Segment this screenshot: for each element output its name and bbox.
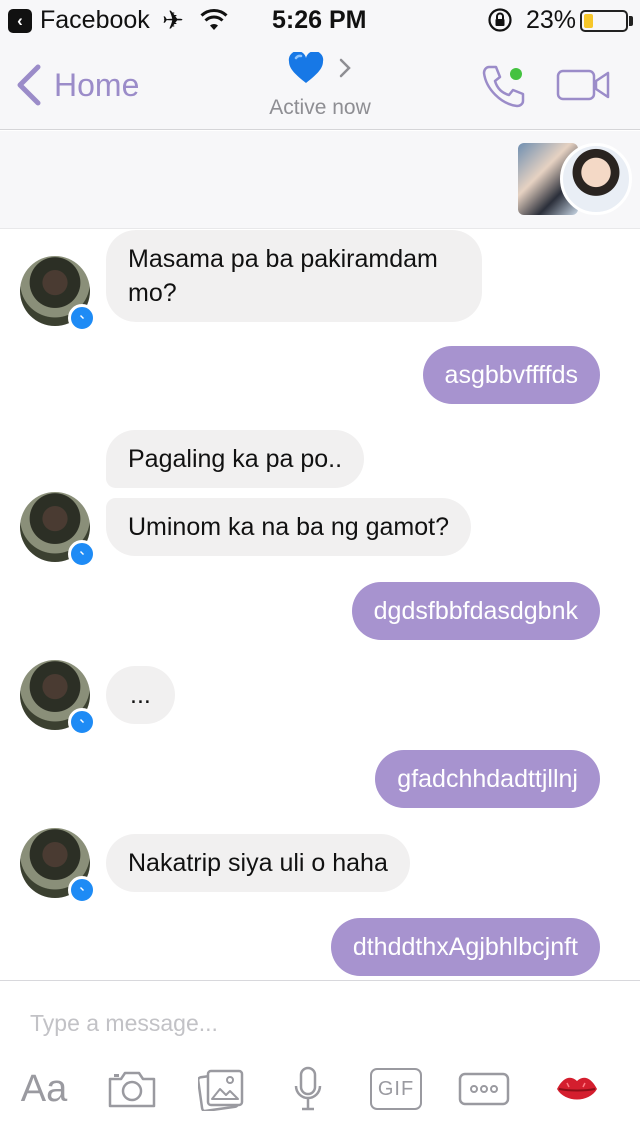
chevron-left-icon xyxy=(17,64,41,106)
incoming-message[interactable]: Nakatrip siya uli o haha xyxy=(106,834,410,892)
outgoing-message[interactable]: gfadchhdadttjllnj xyxy=(375,750,600,808)
shared-photo-thumbnail-2[interactable] xyxy=(560,143,632,215)
home-back-label: Home xyxy=(54,66,140,103)
avatar[interactable] xyxy=(20,660,96,736)
message-composer: Aa GIF xyxy=(0,980,640,1136)
gif-icon: GIF xyxy=(370,1068,422,1110)
more-options-button[interactable] xyxy=(458,1065,510,1113)
avatar[interactable] xyxy=(20,828,96,904)
chevron-right-icon xyxy=(339,58,351,78)
status-bar: ‹ Facebook ✈ 5:26 PM 23% xyxy=(0,0,640,40)
clock: 5:26 PM xyxy=(272,6,367,34)
incoming-message[interactable]: Uminom ka na ba ng gamot? xyxy=(106,498,472,556)
video-call-icon[interactable] xyxy=(556,68,612,102)
microphone-icon xyxy=(294,1066,322,1111)
wifi-icon xyxy=(200,8,228,30)
gif-button[interactable]: GIF xyxy=(370,1065,422,1113)
incoming-message[interactable]: Masama pa ba pakiramdam mo? xyxy=(106,230,482,322)
message-input[interactable] xyxy=(30,1003,610,1043)
text-style-icon[interactable]: Aa xyxy=(18,1065,70,1113)
outgoing-message[interactable]: asgbbvffffds xyxy=(422,346,600,404)
outgoing-message[interactable]: dgdsfbbfdasdgbnk xyxy=(351,582,600,640)
more-icon xyxy=(458,1072,510,1106)
battery-tip xyxy=(629,16,633,26)
battery-percentage: 23% xyxy=(526,6,577,34)
camera-button[interactable] xyxy=(106,1065,158,1113)
messenger-badge-icon xyxy=(68,304,96,332)
blue-heart-icon xyxy=(288,52,324,83)
messenger-badge-icon xyxy=(68,708,96,736)
messenger-badge-icon xyxy=(68,876,96,904)
back-to-app-label[interactable]: Facebook xyxy=(40,6,150,35)
battery-level-fill xyxy=(584,14,593,28)
incoming-message[interactable]: ... xyxy=(106,666,175,724)
phone-call-icon[interactable] xyxy=(480,62,528,110)
active-status: Active now xyxy=(269,96,371,119)
kiss-lips-icon xyxy=(557,1077,597,1100)
messenger-badge-icon xyxy=(68,540,96,568)
voice-message-button[interactable] xyxy=(290,1065,326,1113)
back-to-app-icon[interactable]: ‹ xyxy=(8,9,32,33)
gallery-icon xyxy=(198,1069,244,1111)
shared-photo-strip xyxy=(0,131,640,229)
conversation-header: Home Active now xyxy=(0,40,640,130)
message-text-line: Masama pa ba pakiramdam xyxy=(128,245,438,273)
avatar[interactable] xyxy=(20,492,96,568)
incoming-message[interactable]: Pagaling ka pa po.. xyxy=(106,430,365,488)
gallery-button[interactable] xyxy=(198,1065,246,1113)
kiss-reaction-button[interactable] xyxy=(554,1065,600,1113)
conversation-title-button[interactable]: Active now xyxy=(230,50,410,120)
message-text-line: mo? xyxy=(128,279,177,307)
message-list[interactable]: Masama pa ba pakiramdam mo? asgbbvffffds… xyxy=(0,230,640,980)
camera-icon xyxy=(108,1071,156,1108)
battery-icon xyxy=(580,10,628,32)
airplane-icon: ✈ xyxy=(162,5,184,35)
outgoing-message[interactable]: dthddthxAgjbhlbcjnft xyxy=(330,918,600,976)
rotation-lock-icon xyxy=(488,8,512,32)
avatar[interactable] xyxy=(20,256,96,332)
home-back-button[interactable]: Home xyxy=(14,60,139,110)
